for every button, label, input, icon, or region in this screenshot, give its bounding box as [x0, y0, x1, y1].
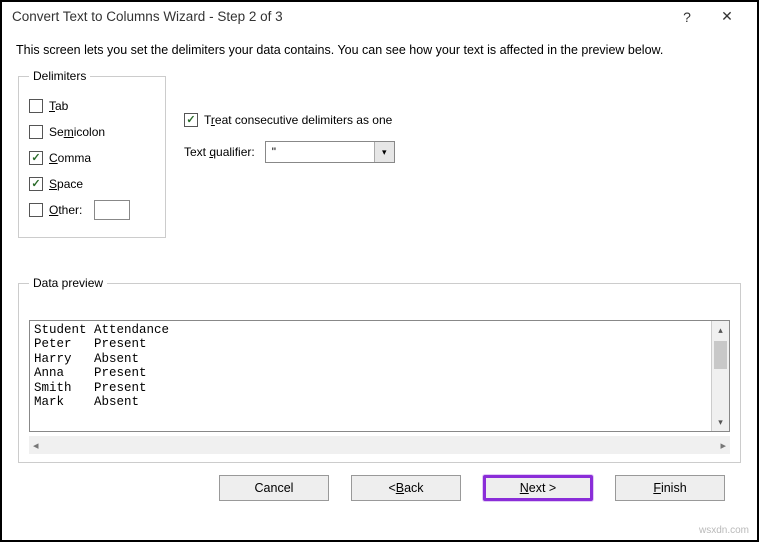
preview-box: Student Attendance Peter Present Harry A…: [29, 320, 730, 432]
semicolon-checkbox[interactable]: [29, 125, 43, 139]
text-qualifier-row: Text qualifier: " ▾: [184, 141, 395, 163]
other-label: Other:: [49, 203, 82, 217]
text-qualifier-select[interactable]: " ▾: [265, 141, 395, 163]
semicolon-label: Semicolon: [49, 125, 105, 139]
chevron-down-icon[interactable]: ▾: [374, 142, 394, 162]
scroll-left-icon[interactable]: ◂: [33, 439, 39, 452]
data-preview-group: Data preview Student Attendance Peter Pr…: [18, 276, 741, 463]
next-button[interactable]: Next >: [483, 475, 593, 501]
help-button[interactable]: ?: [667, 9, 707, 25]
space-checkbox[interactable]: [29, 177, 43, 191]
text-qualifier-value: ": [266, 145, 374, 159]
button-row: Cancel < Back Next > Finish: [16, 463, 743, 515]
space-label: Space: [49, 177, 83, 191]
scroll-right-icon[interactable]: ▸: [720, 439, 726, 452]
tab-label: Tab: [49, 99, 68, 113]
treat-consecutive-row[interactable]: Treat consecutive delimiters as one: [184, 113, 395, 127]
preview-content: Student Attendance Peter Present Harry A…: [30, 321, 711, 431]
scroll-down-icon[interactable]: ▾: [712, 413, 729, 431]
other-checkbox[interactable]: [29, 203, 43, 217]
treat-consecutive-checkbox[interactable]: [184, 113, 198, 127]
finish-button[interactable]: Finish: [615, 475, 725, 501]
delimiter-semicolon-row[interactable]: Semicolon: [29, 121, 155, 143]
vertical-scrollbar[interactable]: ▴ ▾: [711, 321, 729, 431]
treat-consecutive-label: Treat consecutive delimiters as one: [204, 113, 392, 127]
titlebar: Convert Text to Columns Wizard - Step 2 …: [2, 2, 757, 31]
description-text: This screen lets you set the delimiters …: [16, 43, 743, 57]
horizontal-scrollbar[interactable]: ◂ ▸: [29, 436, 730, 454]
delimiters-legend: Delimiters: [29, 69, 90, 83]
dialog-content: This screen lets you set the delimiters …: [2, 31, 757, 540]
dialog-title: Convert Text to Columns Wizard - Step 2 …: [12, 9, 667, 24]
tab-checkbox[interactable]: [29, 99, 43, 113]
other-input[interactable]: [94, 200, 130, 220]
delimiter-other-row[interactable]: Other:: [29, 199, 155, 221]
watermark: wsxdn.com: [699, 525, 749, 536]
text-qualifier-label: Text qualifier:: [184, 145, 255, 159]
close-button[interactable]: ✕: [707, 8, 747, 25]
cancel-button[interactable]: Cancel: [219, 475, 329, 501]
delimiters-group: Delimiters Tab Semicolon Comma Space: [18, 69, 166, 238]
delimiter-comma-row[interactable]: Comma: [29, 147, 155, 169]
delimiter-space-row[interactable]: Space: [29, 173, 155, 195]
data-preview-legend: Data preview: [29, 276, 107, 290]
comma-label: Comma: [49, 151, 91, 165]
comma-checkbox[interactable]: [29, 151, 43, 165]
options-area: Treat consecutive delimiters as one Text…: [184, 69, 395, 163]
scroll-thumb[interactable]: [714, 341, 727, 369]
back-button[interactable]: < Back: [351, 475, 461, 501]
scroll-up-icon[interactable]: ▴: [712, 321, 729, 339]
delimiter-tab-row[interactable]: Tab: [29, 95, 155, 117]
dialog-window: Convert Text to Columns Wizard - Step 2 …: [0, 0, 759, 542]
